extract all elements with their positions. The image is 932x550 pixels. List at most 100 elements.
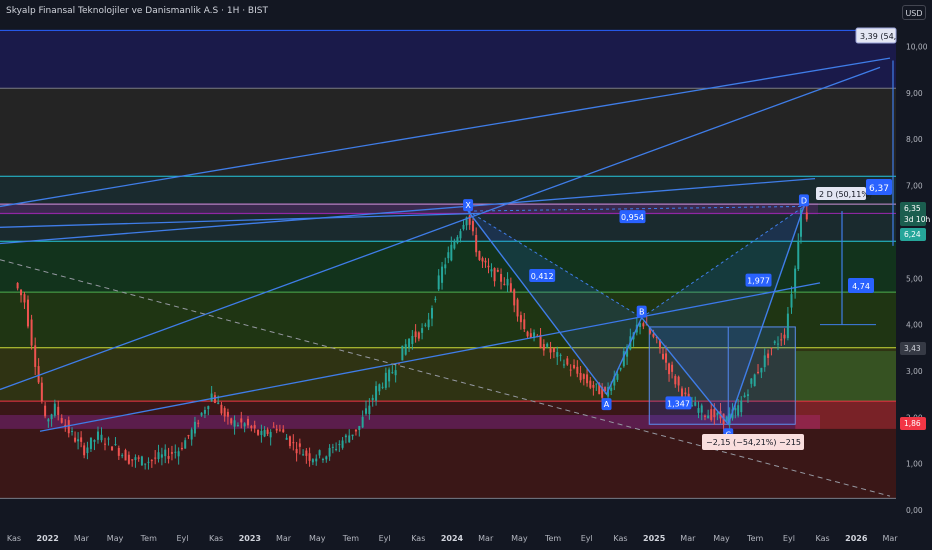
candle-body [184, 440, 187, 449]
candle-body [434, 298, 437, 300]
candle-body [552, 348, 555, 353]
candle-body [509, 283, 512, 292]
candle-body [83, 445, 86, 456]
candle-body [250, 425, 253, 429]
candle-body [331, 446, 334, 448]
point-label-b: B [639, 308, 645, 317]
time-tick-label: May [511, 534, 528, 543]
candle-body [549, 348, 552, 353]
candle-body [707, 415, 710, 419]
price-tick-label: 7,00 [906, 182, 923, 191]
candle-body [437, 275, 440, 290]
candle-body [697, 408, 700, 413]
candle-body [710, 409, 713, 420]
candle-body [210, 393, 213, 402]
candle-body [278, 429, 281, 431]
candle-body [556, 352, 559, 357]
time-tick-label: Mar [478, 534, 494, 543]
time-tick-label: Kas [209, 534, 223, 543]
candle-body [542, 344, 545, 351]
candle-body [786, 313, 789, 339]
candle-body [240, 418, 243, 423]
time-tick-label: Kas [7, 534, 21, 543]
time-tick-label: Mar [882, 534, 898, 543]
price-axis[interactable]: 0,001,002,003,004,005,006,007,008,009,00… [898, 0, 932, 550]
candle-body [71, 430, 74, 432]
candle-body [338, 444, 341, 446]
candle-body [671, 364, 674, 372]
candle-body [371, 397, 374, 401]
candle-body [487, 265, 490, 268]
candle-body [150, 460, 153, 462]
candle-body [272, 426, 275, 428]
candle-body [308, 453, 311, 461]
candle-body [424, 324, 427, 326]
time-axis[interactable]: Kas 2022 Mar May Tem Eyl Kas 2023 Mar May Tem Eyl Ka… [7, 534, 898, 543]
candle-body [767, 353, 770, 358]
price-chart[interactable]: XABCD0,9540,4121,9771,3473,39 (54,11−2,1… [0, 0, 932, 550]
candle-body [266, 429, 269, 434]
candle-body [694, 402, 697, 406]
candle-body [797, 240, 800, 269]
candle-body [292, 442, 295, 444]
ratio-label: 1,347 [667, 399, 690, 408]
time-tick-label: Eyl [176, 534, 188, 543]
candle-body [74, 437, 77, 442]
candle-body [93, 440, 96, 442]
candle-body [114, 444, 117, 446]
currency-button[interactable]: USD [902, 5, 926, 20]
candle-body [500, 274, 503, 282]
ratio-label: 0,954 [621, 213, 644, 222]
candle-body [586, 374, 589, 384]
candle-body [341, 440, 344, 448]
candle-body [44, 405, 47, 417]
candle-body [716, 412, 719, 416]
candle-body [351, 434, 354, 437]
candle-body [167, 456, 170, 459]
candle-body [282, 429, 285, 433]
price-tick-label: 3,00 [906, 367, 923, 376]
candle-body [285, 437, 288, 440]
price-tick-label: 0,00 [906, 506, 923, 515]
candle-body [124, 450, 127, 461]
candle-body [427, 319, 430, 328]
candle-body [302, 454, 305, 456]
countdown: 3d 10h [904, 215, 930, 224]
candle-body [493, 268, 496, 282]
price-tick-label: 10,00 [906, 43, 928, 52]
candle-body [401, 345, 404, 361]
candle-body [519, 315, 522, 323]
price-624: 6,24 [904, 230, 921, 239]
candle-body [147, 461, 150, 463]
candle-body [121, 455, 124, 457]
time-tick-label: Mar [680, 534, 696, 543]
candle-body [263, 429, 266, 437]
candle-body [233, 420, 236, 427]
candle-body [328, 447, 331, 457]
candle-body [523, 319, 526, 330]
candle-body [562, 364, 565, 366]
time-tick-label: Tem [746, 534, 763, 543]
price-186: 1,86 [904, 419, 921, 428]
point-label-d: D [801, 196, 807, 205]
candle-body [53, 403, 56, 416]
candle-body [137, 457, 140, 459]
candle-body [288, 436, 291, 447]
candle-body [444, 264, 447, 269]
candle-body [582, 374, 585, 379]
symbol-title[interactable]: Skyalp Finansal Teknolojiler ve Danisman… [6, 6, 268, 16]
candle-body [348, 435, 351, 443]
candle-body [456, 237, 459, 243]
candle-body [96, 431, 99, 440]
candle-body [649, 330, 652, 334]
candle-body [529, 333, 532, 338]
candle-body [358, 426, 361, 431]
target-637-label: 6,37 [869, 184, 889, 194]
candle-body [381, 386, 384, 388]
candle-body [737, 405, 740, 416]
candle-body [805, 212, 808, 220]
candle-body [321, 458, 324, 461]
candle-body [642, 323, 645, 327]
candle-body [30, 319, 33, 346]
candle-body [269, 432, 272, 438]
